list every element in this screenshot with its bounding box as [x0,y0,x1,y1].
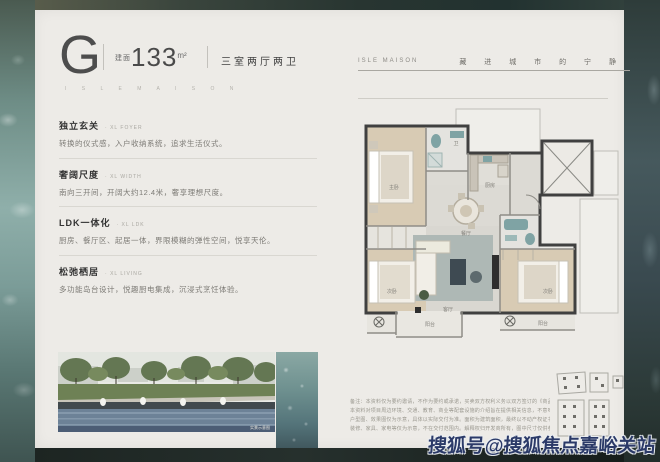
bed-3 [518,261,568,303]
room-label: 客厅 [443,306,453,313]
unit-area: 建面133m² [115,42,187,73]
unit-layout-label: 三室两厅两卫 [221,53,299,68]
floor-drain [415,307,421,313]
feature-item: 松弛栖居 · XL LIVING 多功能岛台设计，悦趣厨电集成，沉浸式烹饪体验。 [59,256,317,304]
neighbor-outline [580,199,618,313]
feature-body: 南向三开间，开阔大约12.4米，奢享理想尺度。 [59,188,317,199]
feature-note: · XL WIDTH [105,174,142,180]
feature-item: 独立玄关 · XL FOYER 转换的仪式感，入户收纳系统，追求生活仪式。 [59,110,317,159]
frame-texture-left [0,0,35,462]
disclaimer-line: 户型图、效果图仅为示意，具体以实际交付为准。面积为建筑面积，最终以不动产权证书登… [350,416,550,425]
room-label: 阳台 [538,320,548,327]
header-divider [207,46,208,68]
feature-title: LDK一体化 [59,216,111,229]
feature-item: LDK一体化 · XL LDK 厨房、餐厅区、起居一体，界限模糊的弹性空间，悦享天… [59,207,317,256]
watermark-souhu: 搜狐号@搜狐焦点嘉峪关站 [428,431,657,458]
brochure-page: G 建面133m² 三室两厅两卫 I S L E M A I S O N ISL… [0,0,660,462]
room-label: 阳台 [425,321,435,328]
area-unit: m² [177,51,186,60]
bed-2 [369,261,415,303]
feature-body: 厨房、餐厅区、起居一体，界限模糊的弹性空间，悦享天伦。 [59,236,317,247]
bed-master [369,141,413,213]
area-value: 133 [131,42,177,72]
unit-type-letter: G [59,28,101,82]
header-rule [358,70,630,71]
brand-tagline: 藏 进 城 市 的 宁 静 [454,57,624,67]
room-label: 卫 [453,141,458,147]
water-glass-texture [276,352,318,448]
feature-body: 多功能岛台设计，悦趣厨电集成，沉浸式烹饪体验。 [59,285,317,296]
feature-title: 独立玄关 [59,119,99,132]
room-label: 主卧 [389,184,399,191]
balcony-laundry-floor [367,313,396,333]
room-label: 次卧 [387,288,397,295]
room-label: 厨房 [485,182,495,189]
feature-title: 松弛栖居 [59,265,99,278]
photo-caption: 实景示意图 [250,424,270,430]
coffee-table [450,259,466,285]
area-prefix: 建面 [115,55,131,62]
corridor-floor [510,153,540,215]
feature-note: · XL LDK [117,222,145,228]
feature-item: 奢阔尺度 · XL WIDTH 南向三开间，开阔大约12.4米，奢享理想尺度。 [59,159,317,208]
disclaimer-line: 备注：本资料仅为要约邀请，不作为要约或承诺，买卖双方权利义务以双方签订的《商品房… [350,398,550,407]
header-divider [103,44,104,70]
room-label: 次卧 [543,288,553,295]
brand-letter-row: I S L E M A I S O N [65,86,240,92]
plant [419,290,429,300]
feature-list: 独立玄关 · XL FOYER 转换的仪式感，入户收纳系统，追求生活仪式。 奢阔尺… [59,110,317,303]
disclaimer-text: 备注：本资料仅为要约邀请，不作为要约或承诺，买卖双方权利义务以双方签订的《商品房… [350,398,550,434]
feature-note: · XL LIVING [105,271,143,277]
feature-note: · XL FOYER [105,125,143,131]
floor-plan: 主卧 卫 厨房 餐厅 客厅 次卧 次卧 阳台 阳台 [358,95,624,345]
feature-title: 奢阔尺度 [59,168,99,181]
tv-console [492,255,499,289]
feature-body: 转换的仪式感，入户收纳系统，追求生活仪式。 [59,139,317,150]
elevator-shaft [542,141,592,195]
frame-texture-top [35,0,624,10]
disclaimer-line: 本资料对项目周边环境、交通、教育、商业等配套设施的介绍旨在提供相关信息，不意味着… [350,407,550,416]
landscape-photo: 实景示意图 [58,352,275,432]
brand-name: ISLE MAISON [358,58,418,64]
neighbor-outline [594,151,618,195]
room-label: 餐厅 [461,230,471,237]
page-body: G 建面133m² 三室两厅两卫 I S L E M A I S O N ISL… [35,10,624,448]
